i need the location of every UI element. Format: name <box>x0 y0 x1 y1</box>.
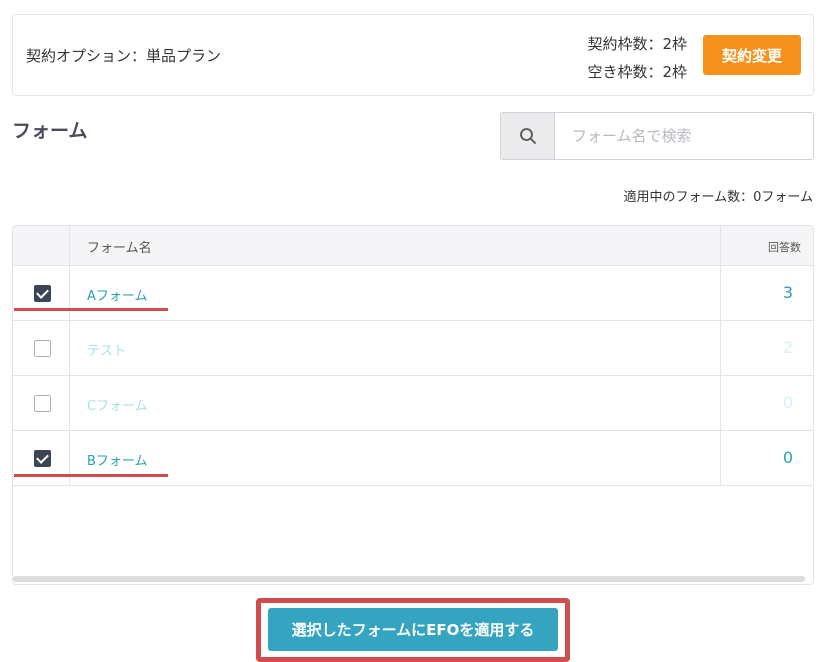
search-input[interactable] <box>555 113 813 159</box>
table-row: Cフォーム 0 <box>13 376 813 431</box>
row-checkbox[interactable] <box>34 395 51 412</box>
form-table: フォーム名 回答数 Aフォーム 3 テスト 2 Cフォーム 0 Bフォーム 0 <box>12 225 814 585</box>
form-name-link[interactable]: テスト <box>87 340 126 359</box>
response-count: 0 <box>782 448 793 467</box>
search-button[interactable] <box>501 113 555 159</box>
section-title: フォーム <box>12 120 88 142</box>
row-checkbox[interactable] <box>34 285 51 302</box>
table-header: フォーム名 回答数 <box>13 226 813 266</box>
contract-panel: 契約オプション：単品プラン 契約枠数：2枠 空き枠数：2枠 契約変更 <box>12 14 814 96</box>
highlight-underline <box>14 308 168 311</box>
form-name-link[interactable]: Aフォーム <box>87 285 148 304</box>
table-row: Aフォーム 3 <box>13 266 813 321</box>
apply-efo-button[interactable]: 選択したフォームにEFOを適用する <box>268 608 558 651</box>
change-contract-button[interactable]: 契約変更 <box>703 35 801 75</box>
search-icon <box>519 128 536 144</box>
form-name-link[interactable]: Bフォーム <box>87 450 148 469</box>
slots-free: 空き枠数：2枠 <box>587 63 687 81</box>
table-row: テスト 2 <box>13 321 813 376</box>
column-header-responses: 回答数 <box>768 241 801 254</box>
response-count: 2 <box>782 338 793 357</box>
applied-form-count: 適用中のフォーム数：0フォーム <box>623 190 814 205</box>
row-checkbox[interactable] <box>34 340 51 357</box>
horizontal-scrollbar[interactable] <box>13 576 805 582</box>
highlight-underline <box>14 474 168 477</box>
response-count: 3 <box>782 283 793 302</box>
table-row: Bフォーム 0 <box>13 431 813 486</box>
efo-settings-page: 契約オプション：単品プラン 契約枠数：2枠 空き枠数：2枠 契約変更 フォーム … <box>0 0 827 662</box>
contract-slot-counts: 契約枠数：2枠 空き枠数：2枠 <box>587 30 687 86</box>
column-header-name: フォーム名 <box>87 241 152 256</box>
row-checkbox[interactable] <box>34 450 51 467</box>
form-name-link[interactable]: Cフォーム <box>87 395 148 414</box>
contract-option-label: 契約オプション：単品プラン <box>26 47 222 65</box>
slots-total: 契約枠数：2枠 <box>587 35 687 53</box>
form-search <box>500 112 814 160</box>
response-count: 0 <box>782 393 793 412</box>
